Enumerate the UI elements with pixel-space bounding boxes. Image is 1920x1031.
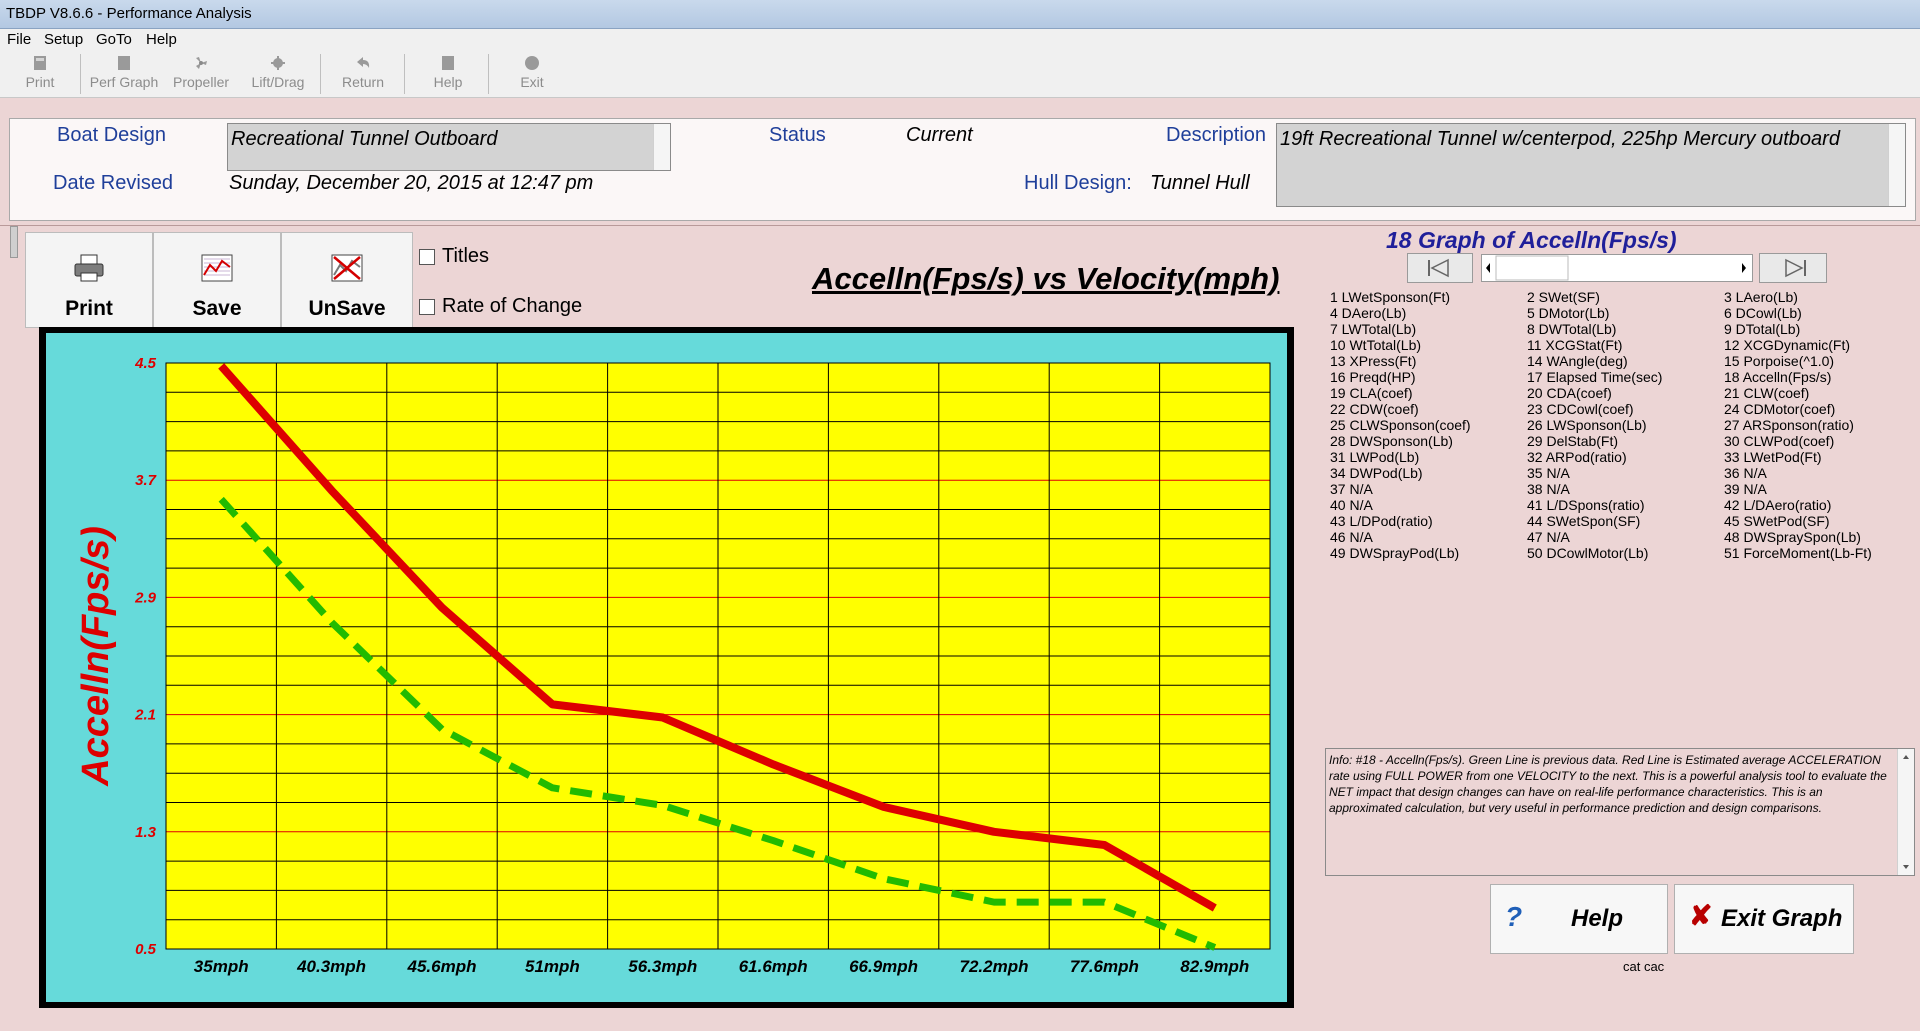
- variable-item[interactable]: 14 WAngle(deg): [1527, 353, 1628, 369]
- variable-item[interactable]: 9 DTotal(Lb): [1724, 321, 1800, 337]
- variable-item[interactable]: 18 Accelln(Fps/s): [1724, 369, 1831, 385]
- variable-item[interactable]: 8 DWTotal(Lb): [1527, 321, 1616, 337]
- info-scrollbar[interactable]: [1897, 749, 1914, 875]
- variable-scrollbar[interactable]: [1481, 254, 1753, 282]
- variable-item[interactable]: 21 CLW(coef): [1724, 385, 1809, 401]
- last-variable-button[interactable]: [1759, 253, 1827, 283]
- variable-item[interactable]: 16 Preqd(HP): [1330, 369, 1416, 385]
- variable-item[interactable]: 34 DWPod(Lb): [1330, 465, 1423, 481]
- variable-item[interactable]: 33 LWetPod(Ft): [1724, 449, 1822, 465]
- variable-item[interactable]: 40 N/A: [1330, 497, 1373, 513]
- help-button[interactable]: ? Help: [1490, 884, 1668, 954]
- variable-item[interactable]: 20 CDA(coef): [1527, 385, 1612, 401]
- x-tick-label: 56.3mph: [628, 957, 697, 976]
- variable-item[interactable]: 50 DCowlMotor(Lb): [1527, 545, 1648, 561]
- footer-text: cat cac: [1623, 959, 1665, 974]
- last-arrow-icon: [1785, 258, 1806, 278]
- variable-item[interactable]: 19 CLA(coef): [1330, 385, 1412, 401]
- variable-item[interactable]: 47 N/A: [1527, 529, 1570, 545]
- variable-item[interactable]: 31 LWPod(Lb): [1330, 449, 1419, 465]
- variable-item[interactable]: 39 N/A: [1724, 481, 1767, 497]
- variable-item[interactable]: 7 LWTotal(Lb): [1330, 321, 1416, 337]
- x-tick-label: 51mph: [525, 957, 580, 976]
- variable-item[interactable]: 3 LAero(Lb): [1724, 289, 1798, 305]
- help-question-icon: ?: [1505, 901, 1523, 932]
- variable-graph-title: 18 Graph of Accelln(Fps/s): [1386, 227, 1677, 253]
- y-tick-label: 2.9: [134, 589, 157, 606]
- variable-item[interactable]: 24 CDMotor(coef): [1724, 401, 1835, 417]
- variable-item[interactable]: 32 ARPod(ratio): [1527, 449, 1627, 465]
- x-tick-label: 45.6mph: [407, 957, 477, 976]
- scroll-thumb: [1495, 255, 1569, 281]
- variable-item[interactable]: 17 Elapsed Time(sec): [1527, 369, 1662, 385]
- x-tick-label: 77.6mph: [1070, 957, 1139, 976]
- variable-item[interactable]: 48 DWSpraySpon(Lb): [1724, 529, 1861, 545]
- variable-item[interactable]: 43 L/DPod(ratio): [1330, 513, 1433, 529]
- variable-item[interactable]: 35 N/A: [1527, 465, 1570, 481]
- variable-item[interactable]: 6 DCowl(Lb): [1724, 305, 1802, 321]
- x-tick-label: 72.2mph: [960, 957, 1029, 976]
- y-tick-label: 4.5: [134, 355, 157, 372]
- variable-item[interactable]: 1 LWetSponson(Ft): [1330, 289, 1450, 305]
- variable-item[interactable]: 11 XCGStat(Ft): [1527, 337, 1622, 353]
- x-tick-label: 66.9mph: [849, 957, 918, 976]
- scroll-left-icon: [1486, 263, 1490, 273]
- close-icon: ✘: [1689, 900, 1713, 931]
- variable-item[interactable]: 51 ForceMoment(Lb-Ft): [1724, 545, 1872, 561]
- variable-item[interactable]: 22 CDW(coef): [1330, 401, 1419, 417]
- variable-item[interactable]: 4 DAero(Lb): [1330, 305, 1406, 321]
- variable-item[interactable]: 36 N/A: [1724, 465, 1767, 481]
- info-text: Info: #18 - Accelln(Fps/s). Green Line i…: [1329, 753, 1887, 815]
- variable-item[interactable]: 5 DMotor(Lb): [1527, 305, 1609, 321]
- variable-item[interactable]: 13 XPress(Ft): [1330, 353, 1416, 369]
- variable-item[interactable]: 15 Porpoise(^1.0): [1724, 353, 1834, 369]
- variable-item[interactable]: 12 XCGDynamic(Ft): [1724, 337, 1850, 353]
- variable-item[interactable]: 28 DWSponson(Lb): [1330, 433, 1453, 449]
- y-axis-label: Accelln(Fps/s): [75, 526, 117, 787]
- scroll-right-icon: [1742, 263, 1746, 273]
- variable-item[interactable]: 41 L/DSpons(ratio): [1527, 497, 1645, 513]
- x-tick-label: 82.9mph: [1180, 957, 1249, 976]
- y-tick-label: 2.1: [134, 707, 156, 724]
- variable-item[interactable]: 46 N/A: [1330, 529, 1373, 545]
- variable-item[interactable]: 44 SWetSpon(SF): [1527, 513, 1640, 529]
- variable-item[interactable]: 45 SWetPod(SF): [1724, 513, 1830, 529]
- variable-item[interactable]: 25 CLWSponson(coef): [1330, 417, 1471, 433]
- variable-item[interactable]: 42 L/DAero(ratio): [1724, 497, 1831, 513]
- variable-item[interactable]: 38 N/A: [1527, 481, 1570, 497]
- variable-item[interactable]: 30 CLWPod(coef): [1724, 433, 1834, 449]
- x-tick-label: 40.3mph: [296, 957, 366, 976]
- exit-graph-button[interactable]: ✘ Exit Graph: [1674, 884, 1854, 954]
- variable-item[interactable]: 10 WtTotal(Lb): [1330, 337, 1421, 353]
- scroll-down-icon: [1903, 865, 1909, 869]
- variable-item[interactable]: 27 ARSponson(ratio): [1724, 417, 1854, 433]
- first-arrow-icon: [1428, 258, 1449, 278]
- scroll-up-icon: [1903, 755, 1909, 759]
- first-variable-button[interactable]: [1407, 253, 1473, 283]
- y-tick-label: 1.3: [135, 824, 157, 841]
- x-tick-label: 61.6mph: [739, 957, 808, 976]
- variable-item[interactable]: 49 DWSprayPod(Lb): [1330, 545, 1459, 561]
- y-tick-label: 0.5: [135, 941, 157, 958]
- y-tick-label: 3.7: [135, 472, 157, 489]
- variable-item[interactable]: 2 SWet(SF): [1527, 289, 1600, 305]
- variable-item[interactable]: 29 DelStab(Ft): [1527, 433, 1618, 449]
- x-tick-label: 35mph: [194, 957, 249, 976]
- variable-item[interactable]: 37 N/A: [1330, 481, 1373, 497]
- variable-item[interactable]: 23 CDCowl(coef): [1527, 401, 1634, 417]
- variable-item[interactable]: 26 LWSponson(Lb): [1527, 417, 1647, 433]
- info-box: Info: #18 - Accelln(Fps/s). Green Line i…: [1325, 748, 1915, 876]
